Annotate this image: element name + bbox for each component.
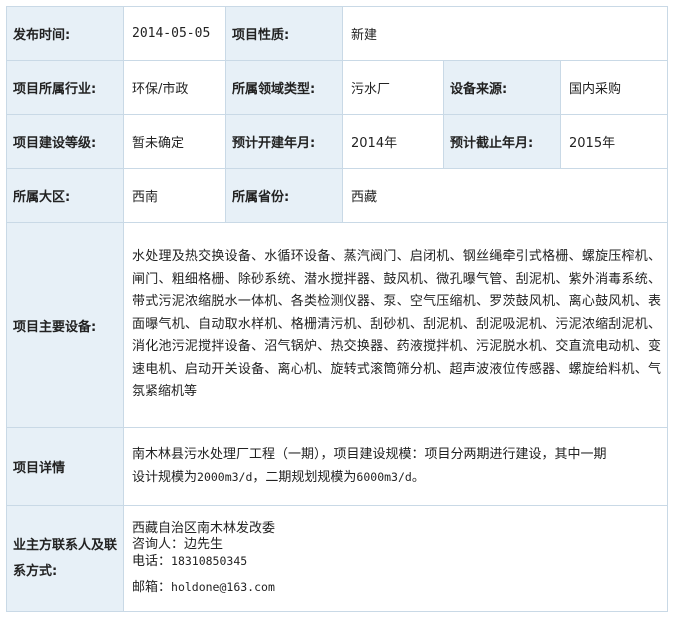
table-row: 项目建设等级: 暂未确定 预计开建年月: 2014年 预计截止年月: 2015年 [6, 114, 668, 169]
industry-value: 环保/市政 [123, 60, 226, 115]
contact-label-line-1: 业主方联系人及联 [13, 537, 118, 553]
table-row: 业主方联系人及联 系方式: 西藏自治区南木林发改委 咨询人：边先生 电话：183… [6, 505, 668, 612]
project-info-panel: 发布时间: 2014-05-05 项目性质: 新建 项目所属行业: 环保/市政 … [6, 6, 668, 612]
contact-org: 西藏自治区南木林发改委 [132, 521, 276, 536]
construction-level-value: 暂未确定 [123, 114, 226, 169]
table-row: 发布时间: 2014-05-05 项目性质: 新建 [6, 6, 668, 61]
contact-value: 西藏自治区南木林发改委 咨询人：边先生 电话：18310850345 邮箱：ho… [123, 505, 668, 612]
project-info-table: 发布时间: 2014-05-05 项目性质: 新建 项目所属行业: 环保/市政 … [6, 6, 668, 612]
phone-number: 18310850345 [171, 554, 248, 568]
main-equipment-value: 水处理及热交换设备、水循环设备、蒸汽阀门、启闭机、钢丝绳牵引式格栅、螺旋压榨机、… [123, 222, 668, 428]
phase-two-scale: 6000m3/d [356, 470, 412, 484]
table-row: 项目详情 南木林县污水处理厂工程（一期），项目建设规模：项目分两期进行建设，其中… [6, 427, 668, 506]
project-detail-label: 项目详情 [6, 427, 124, 506]
construction-level-label: 项目建设等级: [6, 114, 124, 169]
equipment-source-label: 设备来源: [443, 60, 561, 115]
email-address: holdone@163.com [171, 580, 275, 594]
detail-text: 。 [411, 470, 425, 485]
phase-one-scale: 2000m3/d [197, 470, 253, 484]
start-year-value: 2014年 [342, 114, 444, 169]
domain-type-value: 污水厂 [342, 60, 444, 115]
end-year-label: 预计截止年月: [443, 114, 561, 169]
equipment-source-value: 国内采购 [560, 60, 668, 115]
region-label: 所属大区: [6, 168, 124, 223]
table-row: 项目主要设备: 水处理及热交换设备、水循环设备、蒸汽阀门、启闭机、钢丝绳牵引式格… [6, 222, 668, 428]
contact-label: 业主方联系人及联 系方式: [6, 505, 124, 612]
publish-time-label: 发布时间: [6, 6, 124, 61]
project-nature-label: 项目性质: [225, 6, 343, 61]
publish-time-value: 2014-05-05 [123, 6, 226, 61]
end-year-value: 2015年 [560, 114, 668, 169]
table-row: 所属大区: 西南 所属省份: 西藏 [6, 168, 668, 223]
project-nature-value: 新建 [342, 6, 668, 61]
region-value: 西南 [123, 168, 226, 223]
email-label: 邮箱： [132, 580, 172, 595]
contact-consultant: 咨询人：边先生 [132, 537, 224, 552]
main-equipment-label: 项目主要设备: [6, 222, 124, 428]
project-detail-line-2: 设计规模为2000m3/d，二期规划规模为6000m3/d。 [132, 466, 661, 489]
industry-label: 项目所属行业: [6, 60, 124, 115]
province-label: 所属省份: [225, 168, 343, 223]
start-year-label: 预计开建年月: [225, 114, 343, 169]
project-detail-line-1: 南木林县污水处理厂工程（一期），项目建设规模：项目分两期进行建设，其中一期 [132, 447, 607, 462]
contact-phone: 电话：18310850345 [132, 553, 661, 570]
province-value: 西藏 [342, 168, 668, 223]
domain-type-label: 所属领域类型: [225, 60, 343, 115]
phone-label: 电话： [132, 554, 172, 569]
detail-text: ，二期规划规模为 [252, 470, 357, 485]
table-row: 项目所属行业: 环保/市政 所属领域类型: 污水厂 设备来源: 国内采购 [6, 60, 668, 115]
contact-label-line-2: 系方式: [13, 563, 58, 579]
project-detail-value: 南木林县污水处理厂工程（一期），项目建设规模：项目分两期进行建设，其中一期 设计… [123, 427, 668, 506]
detail-text: 设计规模为 [132, 470, 198, 485]
contact-email: 邮箱：holdone@163.com [132, 579, 661, 596]
